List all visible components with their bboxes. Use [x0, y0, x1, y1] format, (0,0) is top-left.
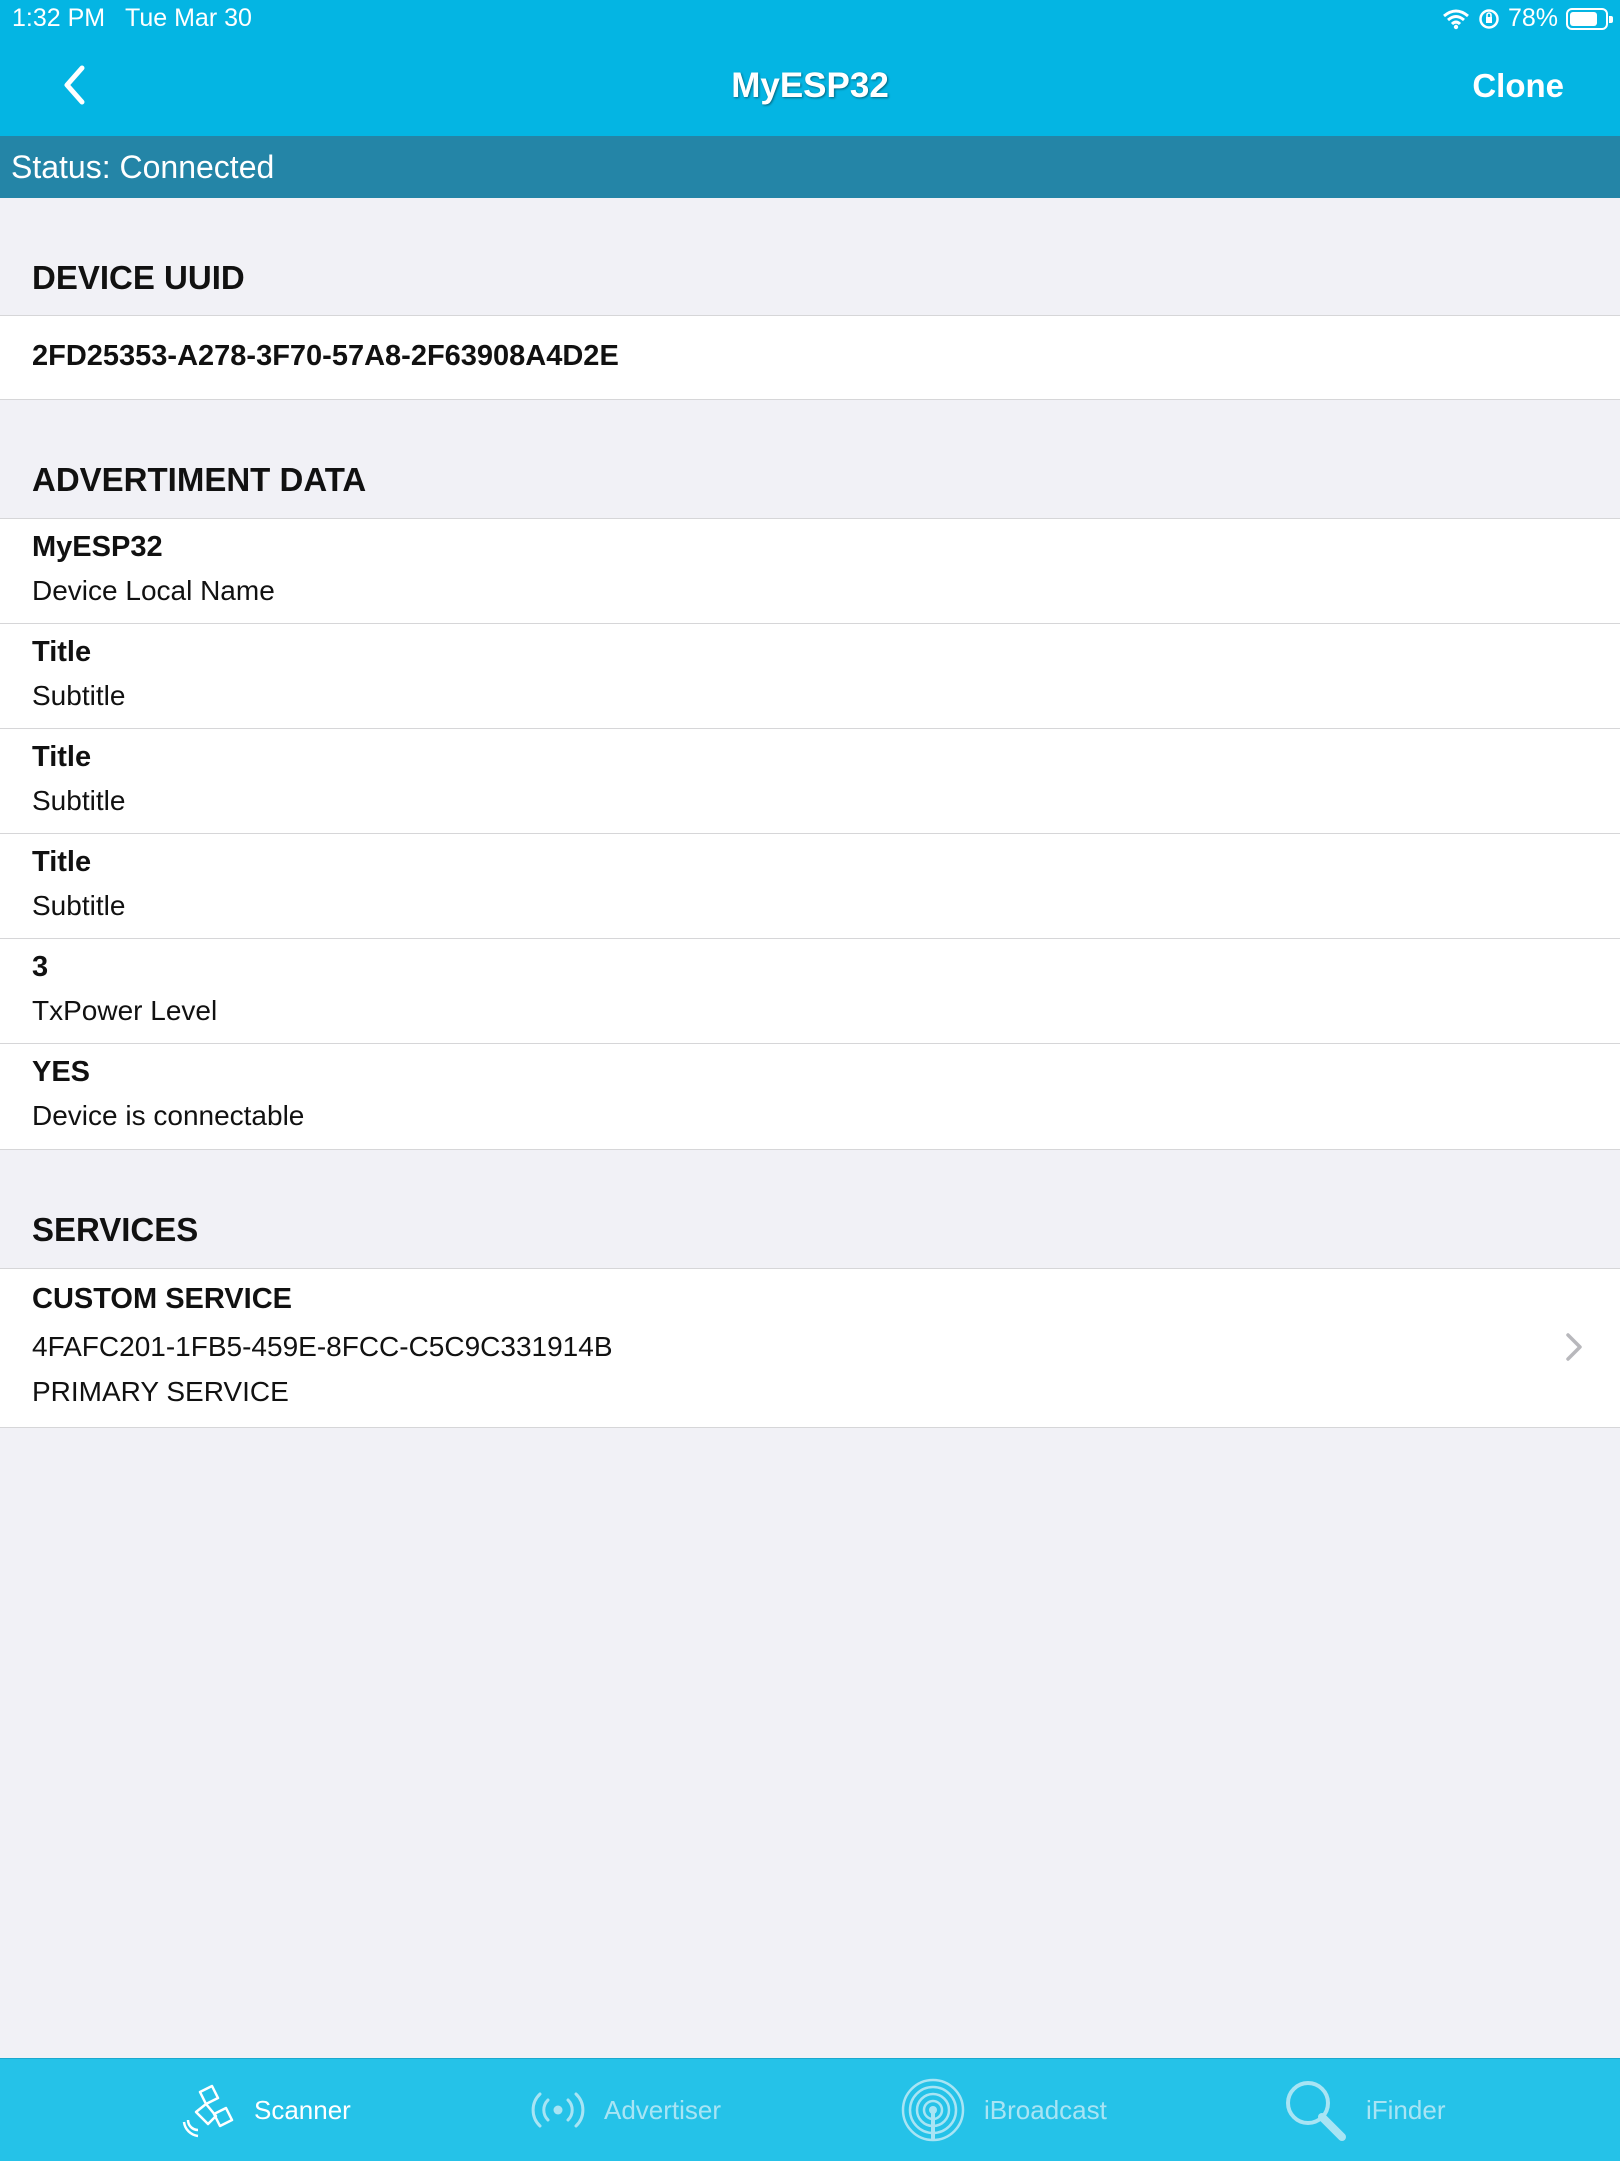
advertisement-list: MyESP32 Device Local Name Title Subtitle…	[0, 518, 1620, 1150]
service-uuid: 4FAFC201-1FB5-459E-8FCC-C5C9C331914B	[32, 1331, 613, 1362]
beacon-icon	[901, 2078, 965, 2142]
list-item: Title Subtitle	[0, 624, 1620, 729]
navigation-bar: MyESP32 Clone	[0, 40, 1620, 136]
row-title: Title	[32, 741, 92, 773]
row-subtitle: Subtitle	[32, 680, 126, 711]
services-header: SERVICES	[32, 1211, 199, 1248]
row-subtitle: Subtitle	[32, 785, 126, 816]
tab-scanner[interactable]: Scanner	[180, 2075, 351, 2145]
connection-status-bar: Status: Connected	[0, 136, 1620, 198]
clone-button[interactable]: Clone	[1472, 67, 1564, 105]
satellite-icon	[182, 2084, 234, 2138]
row-title: MyESP32	[32, 531, 163, 563]
page-title: MyESP32	[731, 66, 889, 105]
orientation-lock-icon	[1479, 8, 1499, 29]
system-status-bar: 1:32 PM Tue Mar 30 78%	[0, 0, 1620, 40]
tab-bar: Scanner Advertiser iBroadcast iFinder	[0, 2058, 1620, 2161]
list-item: YES Device is connectable	[0, 1044, 1620, 1149]
tab-label: Scanner	[254, 2094, 351, 2125]
row-subtitle: Subtitle	[32, 890, 126, 921]
status-indicators: 78%	[1442, 4, 1613, 33]
service-row[interactable]: CUSTOM SERVICE 4FAFC201-1FB5-459E-8FCC-C…	[0, 1268, 1620, 1428]
clock: 1:32 PM	[12, 4, 106, 32]
battery-percent: 78%	[1507, 4, 1558, 32]
tab-advertiser[interactable]: Advertiser	[530, 2075, 721, 2145]
row-subtitle: TxPower Level	[32, 995, 218, 1026]
service-type: PRIMARY SERVICE	[32, 1376, 289, 1407]
magnifier-icon	[1286, 2081, 1346, 2141]
device-uuid-value: 2FD25353-A278-3F70-57A8-2F63908A4D2E	[32, 340, 619, 372]
tab-label: iBroadcast	[984, 2094, 1107, 2125]
row-title: Title	[32, 636, 92, 668]
list-item: 3 TxPower Level	[0, 939, 1620, 1044]
connection-status-text: Status: Connected	[11, 149, 275, 185]
service-name: CUSTOM SERVICE	[32, 1283, 292, 1315]
tab-label: Advertiser	[604, 2094, 722, 2125]
tab-label: iFinder	[1366, 2094, 1446, 2125]
date: Tue Mar 30	[125, 4, 252, 32]
chevron-right-icon	[1566, 1333, 1582, 1361]
row-subtitle: Device is connectable	[32, 1100, 305, 1131]
list-item: MyESP32 Device Local Name	[0, 519, 1620, 624]
list-item: Title Subtitle	[0, 834, 1620, 939]
device-uuid-header: DEVICE UUID	[32, 259, 245, 296]
tab-ifinder[interactable]: iFinder	[1282, 2075, 1445, 2145]
row-subtitle: Device Local Name	[32, 575, 275, 606]
list-item: Title Subtitle	[0, 729, 1620, 834]
row-title: YES	[32, 1056, 91, 1088]
device-uuid-group: 2FD25353-A278-3F70-57A8-2F63908A4D2E	[0, 315, 1620, 400]
tab-ibroadcast[interactable]: iBroadcast	[900, 2075, 1107, 2145]
broadcast-waves-icon	[531, 2092, 585, 2128]
advertisement-header: ADVERTIMENT DATA	[32, 461, 367, 498]
battery-icon	[1566, 7, 1613, 30]
wifi-icon	[1442, 9, 1469, 29]
row-title: 3	[32, 951, 49, 983]
row-title: Title	[32, 846, 92, 878]
